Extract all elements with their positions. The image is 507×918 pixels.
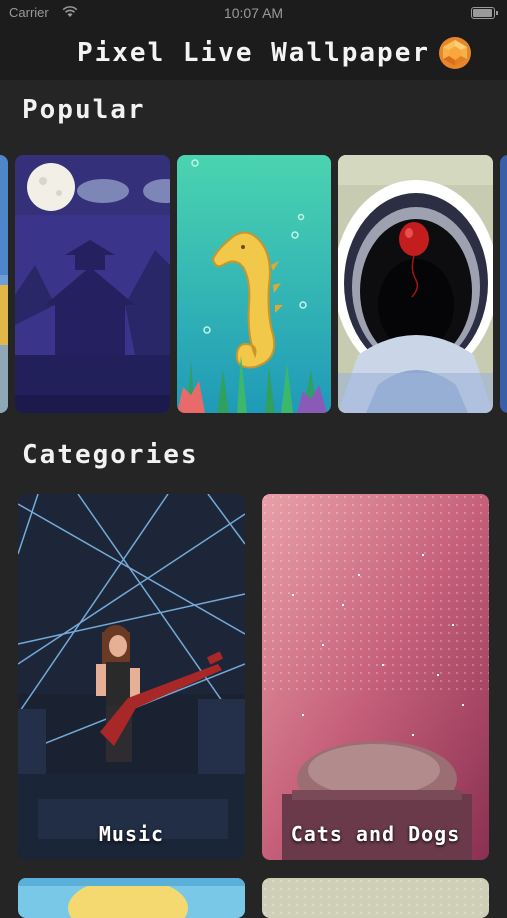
category-card-cats-and-dogs[interactable]: Cats and Dogs <box>262 494 489 860</box>
popular-carousel[interactable] <box>0 155 507 413</box>
next-card-image <box>500 155 507 413</box>
battery-icon <box>471 7 498 19</box>
pagoda-image <box>15 155 170 413</box>
popular-heading: Popular <box>22 95 146 125</box>
blue-edge-image <box>0 155 8 413</box>
balloon-image <box>338 155 493 413</box>
status-bar: Carrier 10:07 AM <box>0 0 507 28</box>
next-right-image <box>262 878 489 918</box>
nav-bar: Pixel Live Wallpaper <box>0 28 507 80</box>
category-label-cats-and-dogs: Cats and Dogs <box>290 822 461 846</box>
gem-icon[interactable] <box>438 36 472 70</box>
seahorse-image <box>177 155 331 413</box>
music-image <box>18 494 245 860</box>
category-card-next-left[interactable] <box>18 878 245 918</box>
cats-dogs-image <box>262 494 489 860</box>
next-left-image <box>18 878 245 918</box>
category-card-music[interactable]: Music <box>18 494 245 860</box>
popular-card-next[interactable] <box>500 155 507 413</box>
popular-card-balloon[interactable] <box>338 155 493 413</box>
popular-card-blue-edge[interactable] <box>0 155 8 413</box>
categories-heading: Categories <box>22 440 199 470</box>
popular-card-pagoda[interactable] <box>15 155 170 413</box>
category-card-next-right[interactable] <box>262 878 489 918</box>
clock: 10:07 AM <box>223 5 284 21</box>
app-title: Pixel Live Wallpaper <box>76 38 431 68</box>
category-label-music: Music <box>98 822 165 846</box>
popular-card-seahorse[interactable] <box>177 155 331 413</box>
